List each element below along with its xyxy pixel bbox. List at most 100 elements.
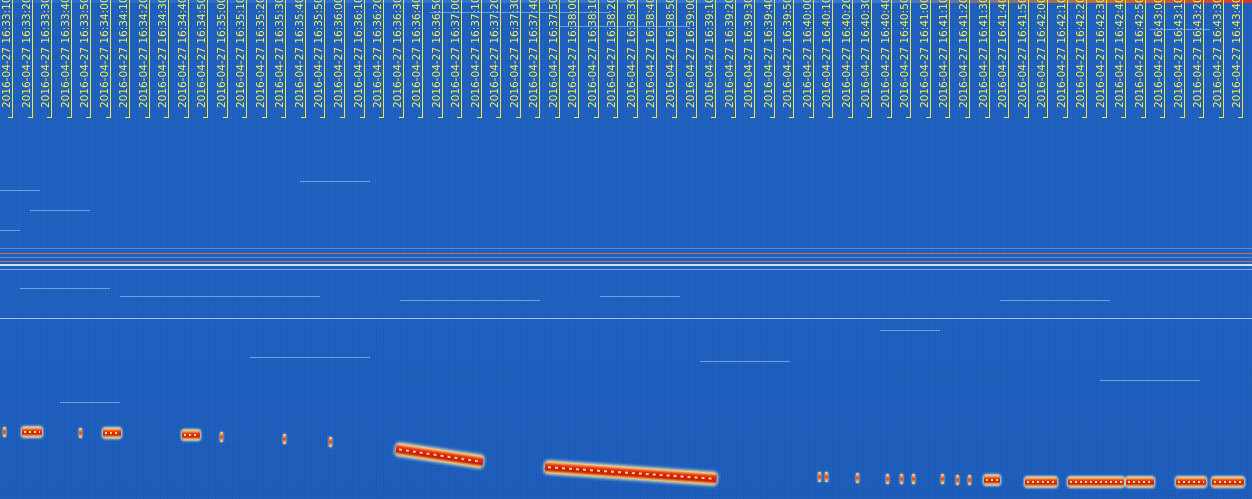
time-tick-foot [183,117,189,118]
time-tick-foot [847,117,853,118]
time-tick-label: 2016-04-27 16:35:00 [215,0,228,108]
time-tick-foot [66,117,72,118]
time-tick-label: 2016-04-27 16:34:10 [118,0,131,108]
time-tick-foot [125,117,131,118]
time-tick-foot [964,117,970,118]
time-tick: 2016-04-27 16:39:30 [743,0,756,120]
signal-pip [856,473,859,483]
signal-burst [182,430,200,440]
time-tick: 2016-04-27 16:39:10 [704,0,717,120]
time-tick-label: 2016-04-27 16:33:30 [40,0,53,108]
time-tick-foot [86,117,92,118]
time-tick: 2016-04-27 16:42:50 [1134,0,1147,120]
time-tick: 2016-04-27 16:34:40 [176,0,190,120]
band-line [0,248,1252,249]
time-tick: 2016-04-27 16:42:00 [1036,0,1049,120]
time-tick-foot [750,117,756,118]
signal-pip [329,437,332,447]
drifting-signal [395,443,484,468]
time-tick-label: 2016-04-27 16:42:00 [1036,0,1049,108]
time-tick-label: 2016-04-27 16:41:40 [997,0,1010,108]
time-tick: 2016-04-27 16:40:00 [802,0,815,120]
time-tick-label: 2016-04-27 16:34:20 [137,0,150,108]
time-tick-label: 2016-04-27 16:41:10 [938,0,951,108]
time-tick: 2016-04-27 16:41:20 [957,0,971,120]
time-tick: 2016-04-27 16:41:10 [938,0,951,120]
time-tick: 2016-04-27 16:36:20 [372,0,385,120]
time-tick: 2016-04-27 16:40:30 [860,0,873,120]
time-tick-label: 2016-04-27 16:41:20 [957,0,970,108]
time-tick-label: 2016-04-27 16:38:30 [625,0,638,108]
time-tick-foot [613,117,619,118]
time-tick-foot [925,117,931,118]
time-tick-label: 2016-04-27 16:39:00 [684,0,697,108]
time-tick-foot [1179,117,1185,118]
faint-signal-streak [1150,29,1210,30]
time-tick: 2016-04-27 16:40:40 [879,0,893,120]
time-tick: 2016-04-27 16:38:50 [665,0,678,120]
time-tick: 2016-04-27 16:43:20 [1192,0,1205,120]
time-tick-foot [261,117,267,118]
time-tick-foot [906,117,912,118]
time-tick-label: 2016-04-27 16:35:30 [274,0,287,108]
time-tick: 2016-04-27 16:35:40 [294,0,307,120]
time-tick-label: 2016-04-27 16:35:20 [254,0,267,108]
time-tick: 2016-04-27 16:40:50 [899,0,912,120]
time-tick-label: 2016-04-27 16:37:50 [547,0,560,108]
time-tick: 2016-04-27 16:42:10 [1056,0,1069,120]
time-tick-label: 2016-04-27 16:41:00 [918,0,931,108]
time-tick-label: 2016-04-27 16:34:40 [176,0,189,108]
time-tick-foot [105,117,111,118]
time-tick-foot [27,117,33,118]
signal-pip [3,427,6,437]
time-tick: 2016-04-27 16:33:50 [79,0,92,120]
time-tick-foot [320,117,326,118]
time-tick-foot [496,117,502,118]
time-tick-label: 2016-04-27 16:42:30 [1094,0,1107,108]
time-tick-label: 2016-04-27 16:39:50 [782,0,795,108]
time-tick: 2016-04-27 16:37:10 [470,0,483,120]
time-tick-foot [1023,117,1029,118]
time-tick-label: 2016-04-27 16:40:50 [899,0,912,108]
time-tick: 2016-04-27 16:39:50 [782,0,795,120]
time-tick-foot [1199,117,1205,118]
time-tick-label: 2016-04-27 16:43:10 [1172,0,1185,108]
time-tick-label: 2016-04-27 16:39:20 [723,0,736,108]
time-tick: 2016-04-27 16:34:30 [157,0,170,120]
time-tick: 2016-04-27 16:37:50 [547,0,561,120]
time-tick-foot [1218,117,1224,118]
time-tick-foot [203,117,209,118]
carrier-line [0,253,1252,254]
time-tick-label: 2016-04-27 16:37:30 [508,0,521,108]
time-tick-foot [691,117,697,118]
time-tick: 2016-04-27 16:38:00 [567,0,580,120]
faint-signal-streak [1100,380,1200,381]
time-tick-foot [281,117,287,118]
time-tick-label: 2016-04-27 16:41:50 [1016,0,1029,108]
time-tick-label: 2016-04-27 16:40:30 [860,0,873,108]
time-tick-foot [1004,117,1010,118]
signal-pip [818,472,821,482]
time-tick-foot [711,117,717,118]
time-tick-label: 2016-04-27 16:41:30 [977,0,990,108]
faint-signal-streak [400,300,540,301]
drifting-signal [544,461,717,485]
faint-signal-streak [430,12,610,13]
faint-signal-streak [250,357,370,358]
time-tick-label: 2016-04-27 16:34:50 [196,0,209,108]
time-tick: 2016-04-27 16:41:00 [918,0,932,120]
band-line [0,269,1252,270]
time-tick-label: 2016-04-27 16:36:30 [391,0,404,108]
time-tick-foot [867,117,873,118]
time-tick-label: 2016-04-27 16:38:10 [586,0,599,108]
signal-burst [22,427,42,437]
time-tick: 2016-04-27 16:36:10 [353,0,366,120]
time-tick-label: 2016-04-27 16:36:50 [430,0,443,108]
faint-signal-streak [880,330,940,331]
time-tick: 2016-04-27 16:34:00 [99,0,112,120]
time-tick-foot [945,117,951,118]
time-tick-label: 2016-04-27 16:34:30 [157,0,170,108]
time-tick-label: 2016-04-27 16:39:30 [743,0,756,108]
time-tick-foot [789,117,795,118]
time-tick-label: 2016-04-27 16:40:40 [879,0,892,108]
